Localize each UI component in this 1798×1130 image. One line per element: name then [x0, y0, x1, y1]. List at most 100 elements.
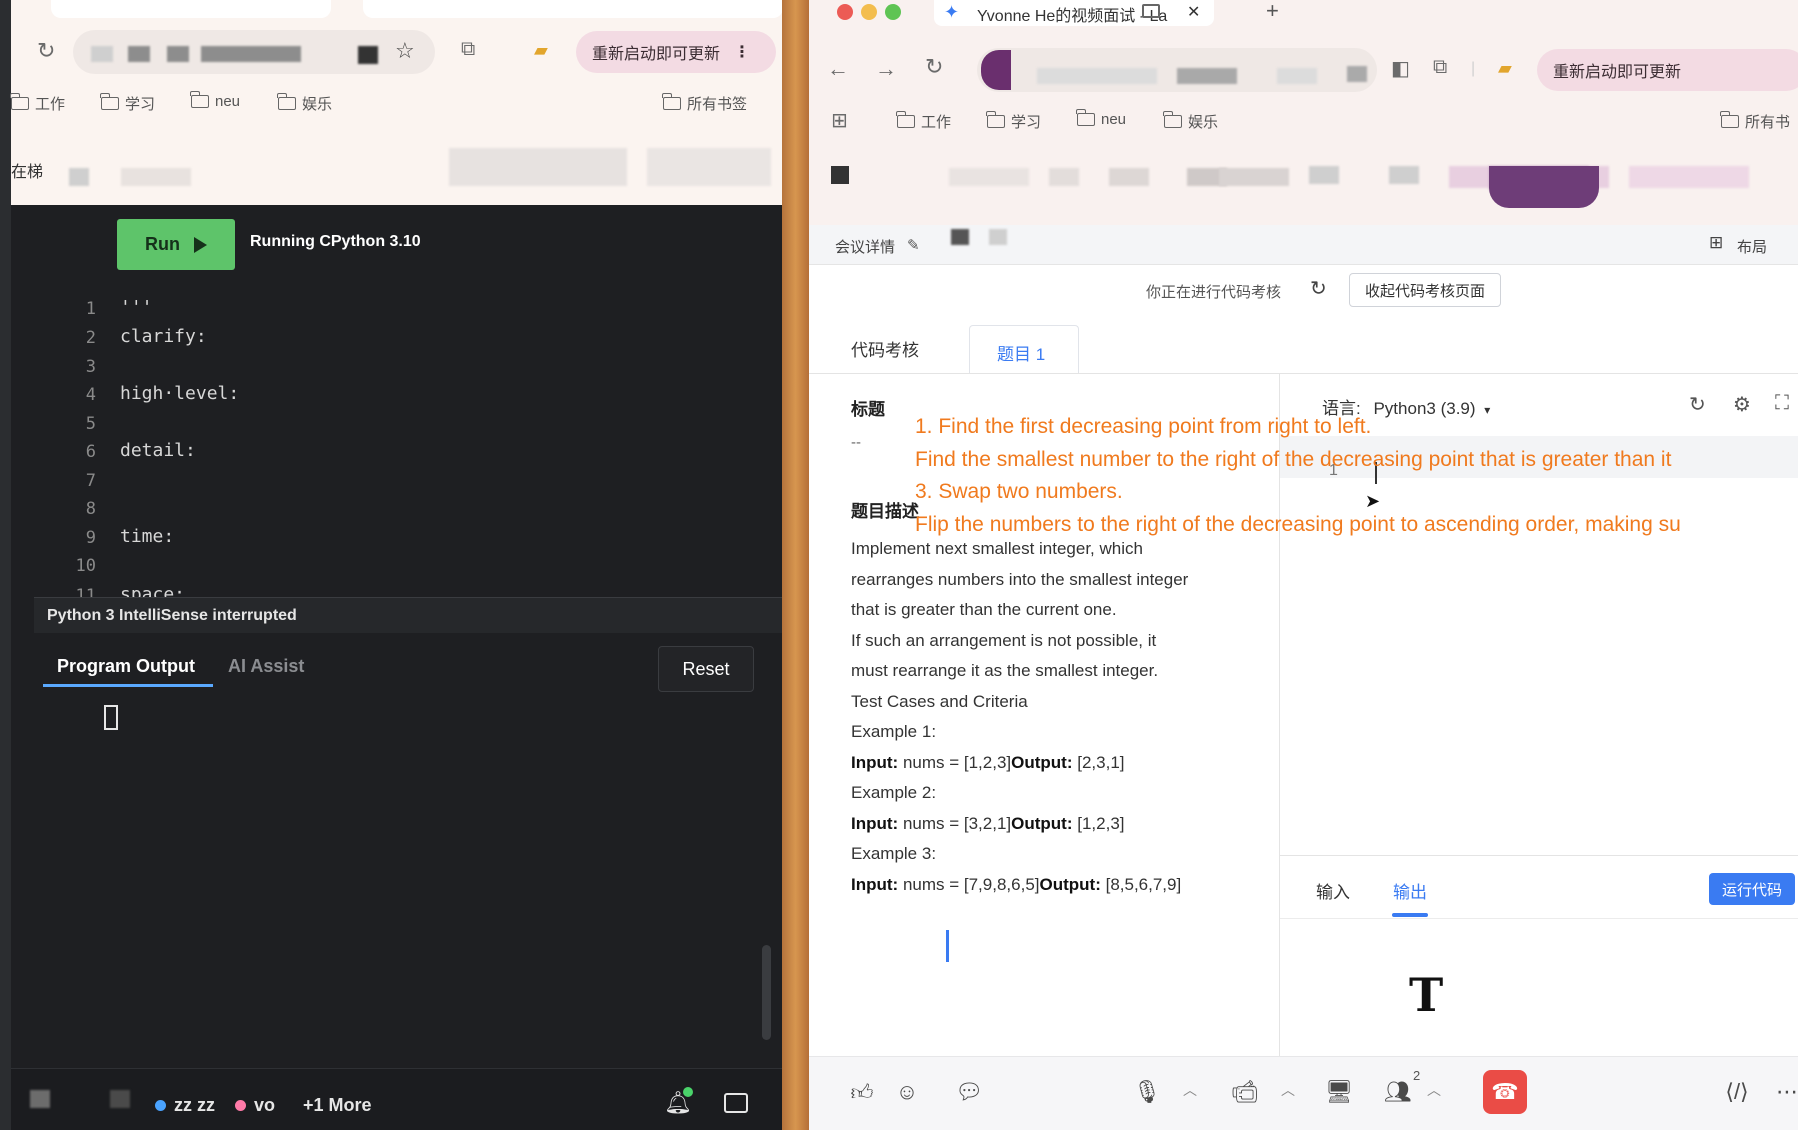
presence-user2[interactable]: vo — [254, 1095, 275, 1116]
share-icon[interactable]: ◧ — [1391, 56, 1410, 81]
output-scrollbar[interactable] — [762, 945, 771, 1040]
camera-icon[interactable]: 📹︎ — [1225, 1072, 1265, 1112]
settings-gear-icon[interactable]: ⚙ — [1733, 392, 1751, 417]
presence-user1[interactable]: zz zz — [174, 1095, 215, 1116]
extensions-icon[interactable]: ⧉ — [1433, 56, 1447, 79]
bookmark-label: neu — [215, 93, 241, 110]
right-browser-chrome: ✦ Yvonne He的视频面试 - La ✕ + ← → ↻ ◧ ⧉ | ▰ … — [809, 0, 1798, 225]
screen-share-icon[interactable]: 🖥︎ — [1319, 1072, 1359, 1112]
left-browser-tab[interactable] — [51, 0, 331, 18]
reload-icon[interactable]: ↻ — [925, 54, 943, 80]
reset-button[interactable]: Reset — [658, 646, 754, 692]
tab-input[interactable]: 输入 — [1316, 878, 1350, 903]
update-button[interactable]: 重新启动即可更新 — [1537, 49, 1798, 91]
apps-grid-icon[interactable]: ⊞ — [831, 108, 848, 133]
tab-ai-assist[interactable]: AI Assist — [228, 656, 304, 677]
overlay-note-1: 1. Find the first decreasing point from … — [915, 415, 1372, 438]
left-edge-strip — [0, 0, 11, 1130]
meeting-details[interactable]: 会议详情 — [835, 236, 895, 257]
camera-options-chevron-icon[interactable]: ︿ — [1281, 1080, 1295, 1100]
mic-options-chevron-icon[interactable]: ︿ — [1183, 1080, 1197, 1100]
text-cursor — [946, 930, 949, 962]
maximize-window-icon[interactable] — [885, 4, 901, 20]
language-value: Python3 (3.9) — [1373, 399, 1476, 418]
terminal-cursor[interactable] — [104, 705, 118, 730]
tab-question1[interactable]: 题目 1 — [969, 325, 1079, 374]
chat-icon[interactable] — [724, 1093, 748, 1113]
bookmark-study[interactable]: 学习 — [100, 93, 155, 114]
mouse-pointer-icon: ➤ — [1365, 491, 1381, 511]
tab-code-review[interactable]: 代码考核 — [851, 336, 919, 361]
description-line: must rearrange it as the smallest intege… — [851, 661, 1159, 680]
tab-program-output[interactable]: Program Output — [57, 656, 195, 677]
presence-more[interactable]: +1 More — [303, 1095, 372, 1116]
code-line[interactable]: ''' — [120, 297, 153, 318]
layout-grid-icon[interactable]: ⊞ — [1709, 233, 1723, 253]
code-view-icon[interactable]: ⟨/⟩ — [1717, 1072, 1757, 1112]
bookmark-work[interactable]: 工作 — [10, 93, 65, 114]
bookmark-neu[interactable]: neu — [190, 91, 241, 110]
menu-kebab-icon[interactable]: ⋮ — [734, 42, 750, 62]
description-line: that is greater than the current one. — [851, 600, 1117, 619]
all-bookmarks[interactable]: 所有书 — [1720, 111, 1790, 132]
chat-bubble-icon[interactable]: 💬︎ — [949, 1072, 989, 1112]
intellisense-status: Python 3 IntelliSense interrupted — [34, 597, 782, 633]
running-status: Running CPython 3.10 — [250, 233, 421, 250]
overlay-note-3: 3. Swap two numbers. — [915, 480, 1123, 503]
notification-dot — [683, 1087, 693, 1097]
layout-button-label[interactable]: 布局 — [1737, 236, 1767, 257]
bookmark-work[interactable]: 工作 — [896, 111, 951, 132]
code-line[interactable]: time: — [120, 526, 174, 547]
microphone-icon[interactable]: 🎙︎ — [1127, 1072, 1167, 1112]
tab-close-icon[interactable]: ✕ — [1187, 2, 1200, 22]
code-line[interactable]: high·level: — [120, 383, 239, 404]
run-code-button[interactable]: 运行代码 — [1709, 873, 1795, 905]
bookmark-neu[interactable]: neu — [1076, 109, 1126, 128]
more-options-icon[interactable]: ⋯ — [1767, 1072, 1798, 1112]
hang-up-button[interactable]: ☎ — [1483, 1070, 1527, 1114]
example-row: Input: nums = [1,2,3]Output: [2,3,1] — [851, 748, 1271, 779]
left-address-bar[interactable] — [73, 30, 435, 74]
participants-icon[interactable]: 👥︎ — [1378, 1072, 1418, 1112]
profile-banner[interactable] — [1489, 166, 1599, 208]
description-line: If such an arrangement is not possible, … — [851, 630, 1157, 650]
tab-output[interactable]: 输出 — [1393, 878, 1427, 903]
update-button-label: 重新启动即可更新 — [1553, 64, 1682, 81]
bookmark-label: 学习 — [1011, 114, 1042, 131]
extension-folder-icon[interactable]: ▰ — [1498, 58, 1512, 79]
new-tab-icon[interactable]: + — [1266, 0, 1279, 24]
bookmark-star-icon[interactable]: ☆ — [395, 38, 415, 64]
bookmark-entertainment[interactable]: 娱乐 — [277, 93, 332, 114]
output-label: Output: — [1011, 813, 1073, 833]
left-browser-tab-2[interactable] — [363, 0, 782, 18]
code-line[interactable]: detail: — [120, 440, 196, 461]
reset-code-icon[interactable]: ↻ — [1689, 392, 1706, 417]
right-address-bar[interactable] — [977, 48, 1377, 92]
io-content-divider — [1280, 918, 1798, 919]
all-bookmarks[interactable]: 所有书签 — [662, 93, 747, 114]
minimize-window-icon[interactable] — [861, 4, 877, 20]
back-icon[interactable]: ← — [827, 56, 849, 82]
line-number: 6 — [85, 442, 96, 462]
line-number: 2 — [85, 328, 96, 348]
run-button[interactable]: Run — [117, 219, 235, 270]
participants-options-chevron-icon[interactable]: ︿ — [1427, 1080, 1441, 1100]
emoji-icon[interactable]: ☺ — [887, 1072, 927, 1112]
extension-folder-icon[interactable]: ▰ — [534, 40, 548, 61]
forward-icon[interactable]: → — [875, 56, 897, 82]
collapse-review-button[interactable]: 收起代码考核页面 — [1349, 273, 1501, 307]
update-button[interactable]: 重新启动即可更新 ⋮ — [576, 31, 776, 73]
thumbs-up-icon[interactable]: 👍︎ — [842, 1072, 882, 1112]
participants-count: 2 — [1413, 1068, 1421, 1083]
reload-icon[interactable]: ↻ — [37, 38, 55, 64]
tab-media-icon[interactable] — [1142, 4, 1160, 18]
code-editor[interactable]: 1 ''' 2 clarify: 3 4 high·level: 5 6 detail: 7 8 9 ti… — [11, 297, 782, 606]
close-window-icon[interactable] — [837, 4, 853, 20]
bookmark-entertainment[interactable]: 娱乐 — [1163, 111, 1218, 132]
bookmark-study[interactable]: 学习 — [986, 111, 1042, 132]
refresh-icon[interactable]: ↻ — [1310, 276, 1327, 301]
edit-icon[interactable]: ✎ — [907, 236, 920, 254]
extensions-icon[interactable]: ⧉ — [461, 38, 475, 61]
code-line[interactable]: clarify: — [120, 326, 207, 347]
fullscreen-icon[interactable]: ⛶ — [1775, 392, 1789, 415]
